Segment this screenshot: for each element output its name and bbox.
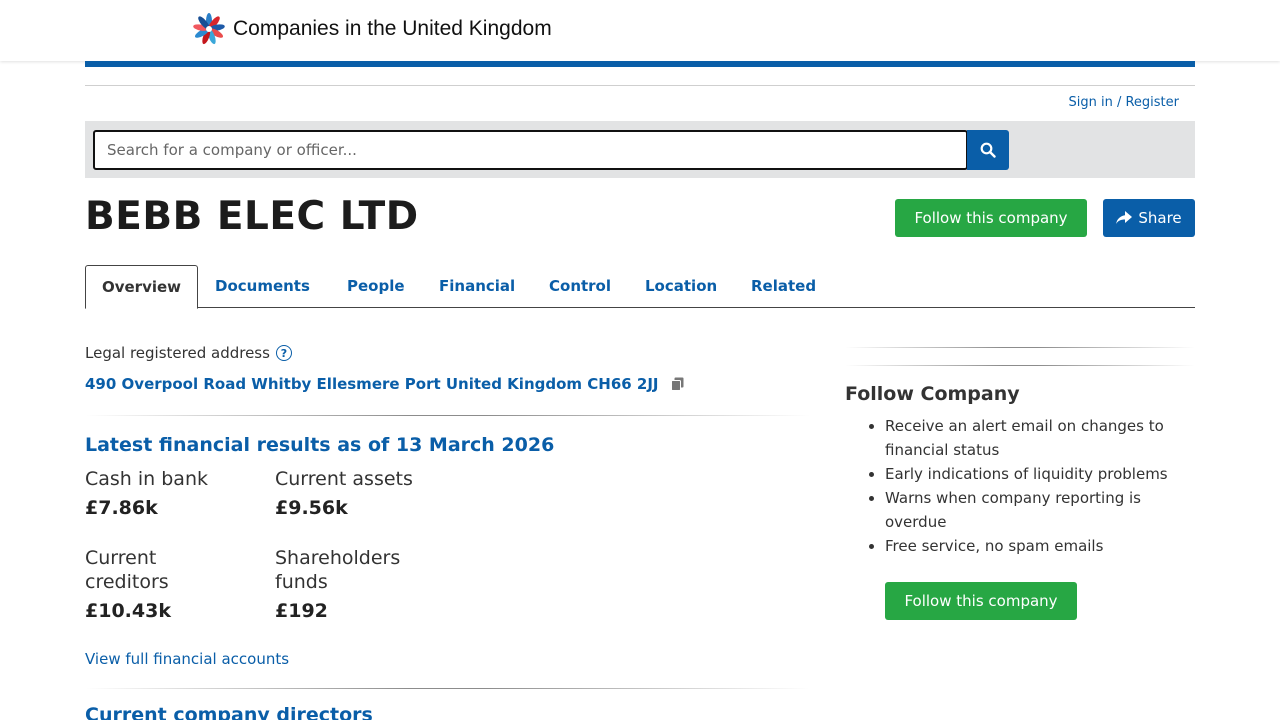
tab-financial[interactable]: Financial [439,265,515,308]
tab-people[interactable]: People [347,265,405,308]
search-button[interactable] [967,130,1009,170]
auth-links: Sign in / Register [1068,95,1179,110]
search-icon [980,142,996,158]
sidebar-follow-button[interactable]: Follow this company [885,582,1077,620]
follow-company-heading: Follow Company [845,383,1020,405]
follow-benefits-list: Receive an alert email on changes to fin… [885,414,1195,558]
current-assets-value: £9.56k [275,497,348,519]
registered-address: 490 Overpool Road Whitby Ellesmere Port … [85,375,684,393]
cash-in-bank-label: Cash in bank [85,468,208,490]
site-name: Companies in the United Kingdom [233,17,552,40]
section-divider [85,415,810,416]
shareholders-funds-value: £192 [275,600,328,622]
company-tabs: Overview Documents People Financial Cont… [85,265,1195,309]
tab-documents[interactable]: Documents [215,265,310,308]
auth-separator: / [1112,95,1126,110]
current-creditors-value: £10.43k [85,600,171,622]
directors-heading[interactable]: Current company directors [85,704,373,720]
address-label: Legal registered address [85,344,270,362]
sign-in-link[interactable]: Sign in [1068,95,1112,110]
copy-icon[interactable] [670,377,684,391]
shareholders-funds-label: Shareholders funds [275,547,401,593]
financials-heading[interactable]: Latest financial results as of 13 March … [85,434,554,456]
register-link[interactable]: Register [1125,95,1179,110]
header-accent-bar [85,61,1195,67]
list-item: Warns when company reporting is overdue [885,486,1195,534]
tab-control[interactable]: Control [549,265,611,308]
header-divider [85,85,1195,86]
list-item: Free service, no spam emails [885,534,1195,558]
cash-in-bank-value: £7.86k [85,497,158,519]
tab-location[interactable]: Location [645,265,717,308]
share-label: Share [1138,209,1182,227]
search-input[interactable] [93,130,968,170]
company-name: BEBB ELEC LTD [85,194,419,239]
sidebar-divider [845,365,1195,366]
share-icon [1116,211,1133,224]
site-logo[interactable]: Companies in the United Kingdom [193,13,552,45]
current-assets-label: Current assets [275,468,413,490]
sidebar-divider [845,347,1195,348]
view-financial-accounts-link[interactable]: View full financial accounts [85,650,289,668]
follow-company-button[interactable]: Follow this company [895,199,1087,237]
question-circle-icon[interactable]: ? [275,345,292,361]
current-creditors-label: Current creditors [85,547,169,593]
address-link[interactable]: 490 Overpool Road Whitby Ellesmere Port … [85,375,659,393]
address-label-row: Legal registered address ? [85,344,292,362]
top-navbar: Companies in the United Kingdom [0,0,1280,61]
search-bar [85,121,1195,178]
tab-related[interactable]: Related [751,265,816,308]
tab-overview[interactable]: Overview [85,265,198,309]
share-button[interactable]: Share [1103,199,1195,237]
section-divider [85,688,810,689]
flower-logo-icon [193,13,225,45]
list-item: Receive an alert email on changes to fin… [885,414,1195,462]
list-item: Early indications of liquidity problems [885,462,1195,486]
